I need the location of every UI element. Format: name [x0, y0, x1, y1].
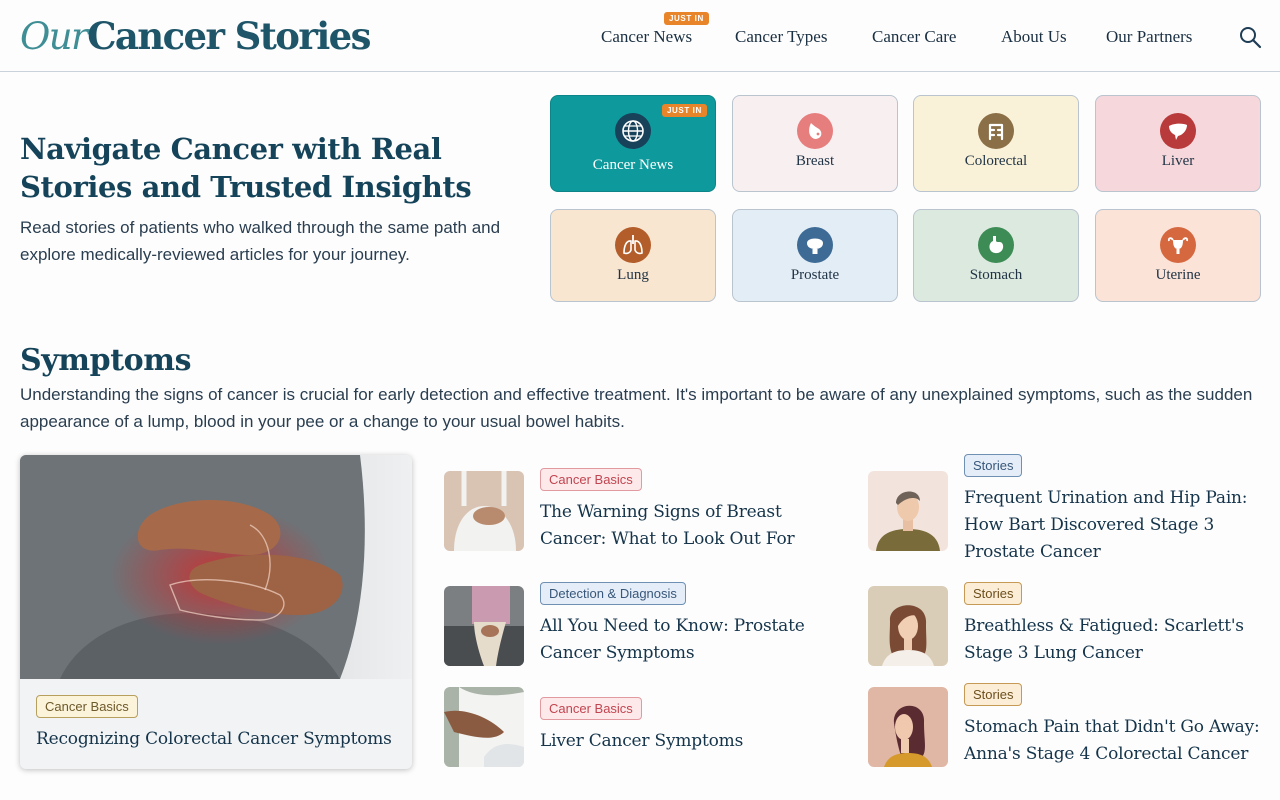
nav-cancer-news[interactable]: Cancer News: [601, 27, 692, 47]
breast-icon: [797, 113, 833, 149]
article-thumbnail: [444, 471, 524, 551]
tile-label: Lung: [617, 267, 649, 283]
tile-label: Cancer News: [592, 157, 674, 173]
search-icon[interactable]: [1238, 25, 1262, 49]
tile-label: Uterine: [1155, 267, 1201, 283]
site-logo[interactable]: OurCancer Stories: [20, 14, 371, 58]
symptoms-title: Symptoms: [20, 343, 192, 378]
tile-breast[interactable]: Breast: [732, 95, 898, 192]
featured-title[interactable]: Recognizing Colorectal Cancer Symptoms: [36, 726, 406, 753]
story-title[interactable]: Breathless & Fatigued: Scarlett's Stage …: [964, 613, 1260, 667]
tile-prostate[interactable]: Prostate: [732, 209, 898, 302]
story-tag[interactable]: Stories: [964, 582, 1023, 605]
story-avatar-female: [868, 687, 948, 767]
story-title[interactable]: Stomach Pain that Didn't Go Away: Anna's…: [964, 714, 1260, 768]
tile-just-in-badge: JUST IN: [662, 104, 707, 117]
tile-label: Liver: [1161, 153, 1195, 169]
hero-title: Navigate Cancer with Real Stories and Tr…: [20, 132, 472, 204]
prostate-icon: [797, 227, 833, 263]
article-thumbnail: [444, 687, 524, 767]
stomach-icon: [978, 227, 1014, 263]
liver-icon: [1160, 113, 1196, 149]
story-tag[interactable]: Stories: [964, 454, 1023, 477]
nav-cancer-types[interactable]: Cancer Types: [735, 27, 827, 47]
article-title[interactable]: The Warning Signs of Breast Cancer: What…: [540, 499, 830, 553]
featured-tag[interactable]: Cancer Basics: [36, 695, 138, 718]
article-title[interactable]: Liver Cancer Symptoms: [540, 728, 830, 755]
story-title[interactable]: Frequent Urination and Hip Pain: How Bar…: [964, 485, 1260, 566]
nav-about-us[interactable]: About Us: [1001, 27, 1067, 47]
site-header: OurCancer Stories JUST IN Cancer News Ca…: [0, 0, 1280, 72]
just-in-badge: JUST IN: [664, 12, 709, 25]
tile-colorectal[interactable]: Colorectal: [913, 95, 1079, 192]
lungs-icon: [615, 227, 651, 263]
tile-label: Breast: [795, 153, 835, 169]
tile-label: Stomach: [969, 267, 1023, 283]
tile-label: Prostate: [790, 267, 840, 283]
globe-icon: [615, 113, 651, 149]
tile-stomach[interactable]: Stomach: [913, 209, 1079, 302]
featured-article-image: [20, 455, 412, 679]
nav-cancer-care[interactable]: Cancer Care: [872, 27, 956, 47]
tile-uterine[interactable]: Uterine: [1095, 209, 1261, 302]
article-title[interactable]: All You Need to Know: Prostate Cancer Sy…: [540, 613, 830, 667]
symptoms-description: Understanding the signs of cancer is cru…: [20, 385, 1253, 431]
article-tag[interactable]: Detection & Diagnosis: [540, 582, 686, 605]
story-avatar-male: [868, 471, 948, 551]
tile-label: Colorectal: [964, 153, 1028, 169]
article-tag[interactable]: Cancer Basics: [540, 697, 642, 720]
tile-liver[interactable]: Liver: [1095, 95, 1261, 192]
tile-cancer-news[interactable]: JUST IN Cancer News: [550, 95, 716, 192]
story-avatar-female: [868, 586, 948, 666]
article-tag[interactable]: Cancer Basics: [540, 468, 642, 491]
article-thumbnail: [444, 586, 524, 666]
colon-icon: [978, 113, 1014, 149]
featured-article-card[interactable]: Cancer Basics Recognizing Colorectal Can…: [20, 455, 412, 769]
tile-lung[interactable]: Lung: [550, 209, 716, 302]
uterus-icon: [1160, 227, 1196, 263]
nav-our-partners[interactable]: Our Partners: [1106, 27, 1192, 47]
story-tag[interactable]: Stories: [964, 683, 1023, 706]
hero-subtitle: Read stories of patients who walked thro…: [20, 218, 501, 264]
